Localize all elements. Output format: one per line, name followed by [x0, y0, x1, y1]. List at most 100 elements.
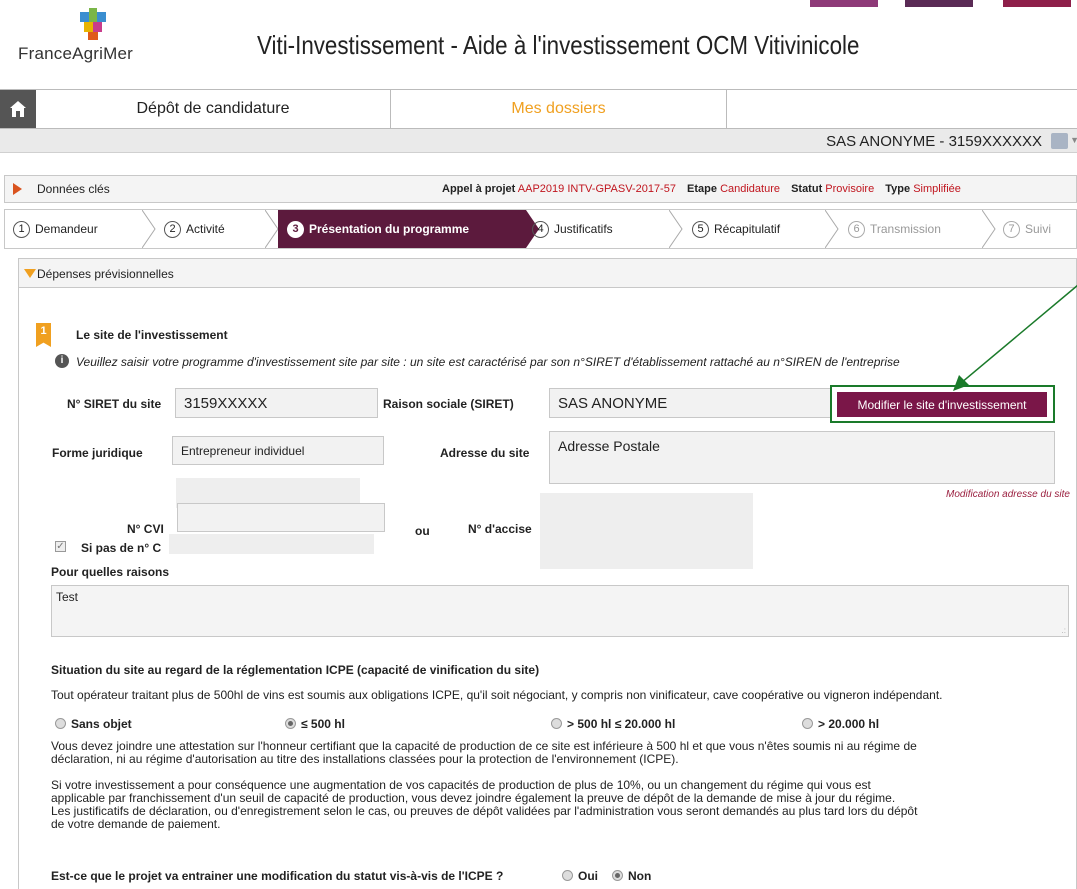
- cvi-label: N° CVI: [127, 522, 164, 536]
- key-data-bar[interactable]: Données clés Appel à projet AAP2019 INTV…: [4, 175, 1077, 203]
- raisons-label: Pour quelles raisons: [51, 565, 170, 579]
- panel-title: Dépenses prévisionnelles: [37, 267, 174, 281]
- cvi-field[interactable]: [177, 503, 385, 532]
- section-number-badge: 1: [36, 323, 51, 347]
- step-separator-icon: [142, 210, 156, 248]
- step-demandeur[interactable]: 1 Demandeur: [13, 210, 98, 248]
- radio-button[interactable]: [802, 718, 813, 729]
- user-name: SAS ANONYME - 3159XXXXXX: [826, 133, 1042, 150]
- radio-button[interactable]: [562, 870, 573, 881]
- step-number: 6: [848, 220, 865, 238]
- user-avatar-icon[interactable]: [1051, 133, 1068, 149]
- radio-button[interactable]: [285, 718, 296, 729]
- step-number: 3: [287, 220, 304, 238]
- step-label: Justificatifs: [554, 222, 613, 236]
- answer-oui[interactable]: Oui: [562, 869, 598, 883]
- icpe-intro: Tout opérateur traitant plus de 500hl de…: [51, 688, 943, 702]
- step-label: Transmission: [870, 222, 941, 236]
- radio-option-gt-20000[interactable]: > 20.000 hl: [802, 717, 879, 731]
- appel-label: Appel à projet: [442, 183, 516, 195]
- para-line: de votre demande de paiement.: [51, 817, 221, 831]
- ou-label: ou: [415, 524, 430, 538]
- modify-site-button[interactable]: Modifier le site d'investissement: [837, 392, 1047, 417]
- step-label: Demandeur: [35, 222, 98, 236]
- adresse-field[interactable]: Adresse Postale: [549, 431, 1055, 484]
- raison-label: Raison sociale (SIRET): [383, 397, 514, 411]
- top-button-2[interactable]: [905, 0, 973, 7]
- step-separator-icon: [825, 210, 839, 248]
- radio-option-500-20000[interactable]: > 500 hl ≤ 20.000 hl: [551, 717, 675, 731]
- radio-label: > 20.000 hl: [818, 717, 880, 731]
- etape-value: Candidature: [720, 183, 780, 195]
- step-number: 7: [1003, 220, 1020, 238]
- step-separator-icon: [982, 210, 996, 248]
- tab-mes-dossiers[interactable]: Mes dossiers: [391, 90, 727, 128]
- step-justificatifs[interactable]: 4 Justificatifs: [532, 210, 613, 248]
- step-number: 2: [164, 220, 181, 238]
- redacted-area: [169, 534, 374, 554]
- radio-label: Oui: [578, 869, 598, 883]
- chevron-down-icon[interactable]: ▼: [1070, 135, 1077, 145]
- radio-button[interactable]: [551, 718, 562, 729]
- project-meta: Appel à projet AAP2019 INTV-GPASV-2017-5…: [442, 183, 961, 195]
- accise-field[interactable]: [540, 493, 753, 569]
- collapse-arrow-icon[interactable]: [24, 269, 36, 278]
- step-activite[interactable]: 2 Activité: [164, 210, 225, 248]
- resize-handle-icon[interactable]: .:: [1062, 626, 1066, 635]
- icpe-para1: Vous devez joindre une attestation sur l…: [51, 740, 1071, 766]
- appel-value: AAP2019 INTV-GPASV-2017-57: [517, 183, 676, 195]
- si-pas-label: Si pas de n° C: [81, 541, 162, 555]
- radio-button[interactable]: [55, 718, 66, 729]
- answer-non[interactable]: Non: [612, 869, 651, 883]
- info-icon: i: [55, 354, 69, 368]
- si-pas-checkbox[interactable]: ✓: [55, 541, 66, 552]
- statut-label: Statut: [791, 183, 823, 195]
- modif-adresse-link[interactable]: Modification adresse du site: [946, 489, 1070, 500]
- icpe-question: Est-ce que le projet va entrainer une mo…: [51, 869, 504, 883]
- logo-text: FranceAgriMer: [18, 44, 134, 63]
- main-nav: Dépôt de candidature Mes dossiers: [0, 89, 1077, 129]
- raison-field[interactable]: SAS ANONYME: [549, 388, 831, 418]
- depenses-panel: Dépenses prévisionnelles 1 Le site de l'…: [18, 258, 1077, 889]
- radio-button[interactable]: [612, 870, 623, 881]
- step-presentation-programme[interactable]: 3 Présentation du programme: [278, 210, 526, 248]
- panel-header[interactable]: Dépenses prévisionnelles: [19, 259, 1076, 288]
- top-button-1[interactable]: [810, 0, 878, 7]
- type-label: Type: [885, 183, 911, 195]
- step-recapitulatif[interactable]: 5 Récapitulatif: [692, 210, 780, 248]
- step-number: 5: [692, 220, 709, 238]
- franceagrimer-logo: FranceAgriMer: [18, 8, 158, 68]
- radio-label: Non: [628, 869, 652, 883]
- step-number: 1: [13, 220, 30, 238]
- top-button-3[interactable]: [1003, 0, 1071, 7]
- radio-option-le-500[interactable]: ≤ 500 hl: [285, 717, 345, 731]
- step-label: Activité: [186, 222, 225, 236]
- key-data-label[interactable]: Données clés: [37, 182, 110, 196]
- radio-option-sans-objet[interactable]: Sans objet: [55, 717, 132, 731]
- info-text: Veuillez saisir votre programme d'invest…: [76, 355, 900, 369]
- app-title: Viti-Investissement - Aide à l'investiss…: [257, 30, 860, 60]
- home-button[interactable]: [0, 90, 36, 128]
- adresse-label: Adresse du site: [440, 446, 530, 460]
- statut-value: Provisoire: [825, 183, 875, 195]
- step-transmission: 6 Transmission: [848, 210, 941, 248]
- tab-depot-candidature[interactable]: Dépôt de candidature: [36, 90, 391, 128]
- raisons-value: Test: [56, 590, 79, 604]
- step-suivi: 7 Suivi: [1003, 210, 1051, 248]
- wizard-steps: 1 Demandeur 2 Activité 3 Présentation du…: [4, 209, 1077, 249]
- accise-label: N° d'accise: [468, 522, 532, 536]
- raisons-textarea[interactable]: Test .:: [51, 585, 1069, 637]
- step-label: Suivi: [1025, 222, 1052, 236]
- siret-field[interactable]: 3159XXXXX: [175, 388, 378, 418]
- type-value: Simplifiée: [913, 183, 961, 195]
- step-label: Présentation du programme: [309, 222, 470, 236]
- step-separator-icon: [669, 210, 683, 248]
- logo-mark-icon: [80, 8, 106, 40]
- forme-field[interactable]: Entrepreneur individuel: [172, 436, 384, 465]
- expand-arrow-icon[interactable]: [13, 183, 22, 195]
- forme-label: Forme juridique: [52, 446, 143, 460]
- para-line: déclaration, ni au régime d'autorisation…: [51, 752, 679, 766]
- site-title: Le site de l'investissement: [76, 328, 228, 342]
- icpe-para2: Si votre investissement a pour conséquen…: [51, 779, 1071, 831]
- etape-label: Etape: [687, 183, 717, 195]
